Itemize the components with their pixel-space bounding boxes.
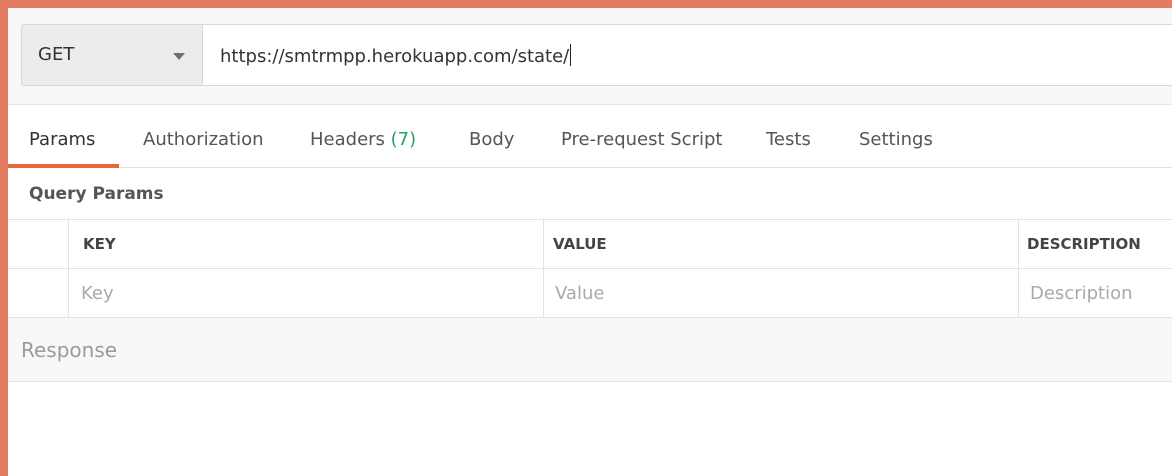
response-label: Response	[21, 338, 118, 362]
table-header-row: KEY VALUE DESCRIPTION	[8, 220, 1172, 269]
method-label: GET	[38, 44, 75, 65]
column-header-value: VALUE	[553, 235, 607, 253]
column-divider	[1018, 269, 1019, 317]
column-divider	[68, 269, 69, 317]
request-bar: GET https://smtrmpp.herokuapp.com/state/	[8, 8, 1172, 104]
text-cursor	[570, 44, 572, 66]
table-row: Key Value Description	[8, 269, 1172, 319]
tab-body[interactable]: Body	[469, 129, 514, 150]
description-input[interactable]: Description	[1030, 269, 1172, 317]
column-header-key: KEY	[83, 235, 116, 253]
query-params-title: Query Params	[29, 184, 164, 204]
query-params-header: Query Params	[8, 168, 1172, 220]
tab-params[interactable]: Params	[29, 129, 95, 150]
chevron-down-icon	[173, 53, 185, 60]
tab-label: Pre-request Script	[561, 129, 723, 150]
column-divider	[68, 220, 69, 268]
tab-authorization[interactable]: Authorization	[143, 129, 264, 150]
response-panel: Response	[8, 318, 1172, 382]
request-editor: GET https://smtrmpp.herokuapp.com/state/…	[8, 8, 1172, 476]
value-input[interactable]: Value	[555, 269, 1005, 317]
tab-label: Settings	[859, 129, 933, 150]
request-tabs: Params Authorization Headers (7) Body Pr…	[8, 104, 1172, 168]
url-text: https://smtrmpp.herokuapp.com/state/	[220, 44, 572, 67]
url-value: https://smtrmpp.herokuapp.com/state/	[220, 46, 570, 67]
tab-label: Tests	[766, 129, 811, 150]
tab-label: Params	[29, 129, 96, 150]
tab-label: Authorization	[143, 129, 264, 150]
method-select[interactable]: GET	[21, 24, 202, 86]
key-input[interactable]: Key	[81, 269, 531, 317]
tab-tests[interactable]: Tests	[766, 129, 811, 150]
tab-label: Body	[469, 129, 515, 150]
tab-settings[interactable]: Settings	[859, 129, 933, 150]
tab-headers[interactable]: Headers (7)	[310, 129, 416, 150]
column-divider	[543, 220, 544, 268]
column-divider	[1018, 220, 1019, 268]
headers-count-badge: (7)	[390, 129, 417, 150]
tab-label: Headers	[310, 129, 385, 150]
tab-pre-request-script[interactable]: Pre-request Script	[561, 129, 722, 150]
column-divider	[543, 269, 544, 317]
url-input[interactable]: https://smtrmpp.herokuapp.com/state/	[202, 24, 1172, 86]
column-header-description: DESCRIPTION	[1027, 235, 1141, 253]
query-params-table: KEY VALUE DESCRIPTION Key Value Descript…	[8, 220, 1172, 319]
